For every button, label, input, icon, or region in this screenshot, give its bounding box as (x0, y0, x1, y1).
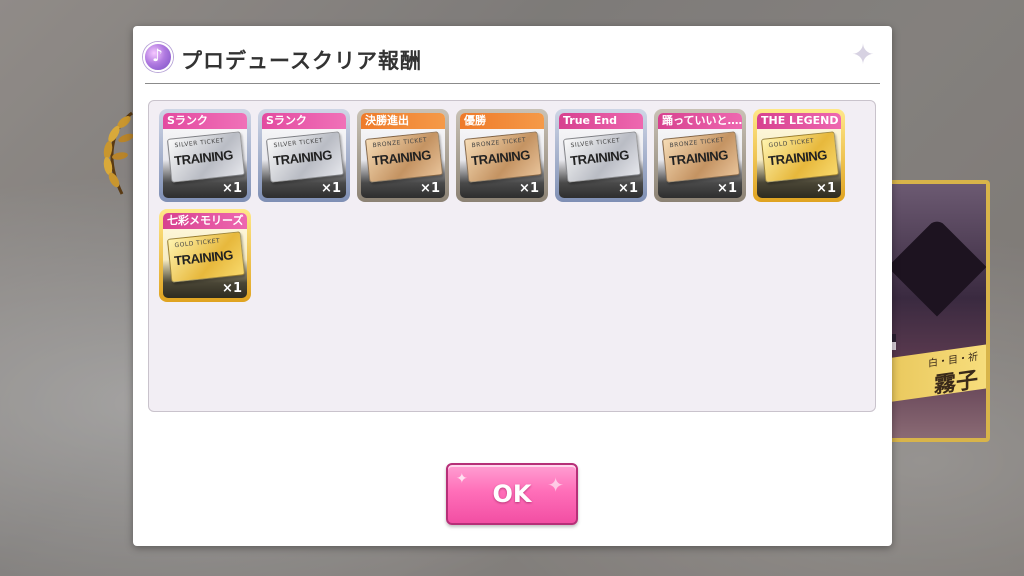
reward-item-frame: GOLD TICKET TRAINING 七彩メモリーズ ×1 (163, 213, 247, 298)
ticket-kind-label: SILVER TICKET (570, 137, 621, 150)
reward-item-frame: BRONZE TICKET TRAINING 踊っていいと…… ×1 (658, 113, 742, 198)
reward-item[interactable]: BRONZE TICKET TRAINING 踊っていいと…… ×1 (654, 109, 746, 202)
ok-button[interactable]: OK (446, 463, 578, 525)
heart-shape (887, 217, 986, 317)
reward-quantity: ×1 (222, 181, 242, 196)
reward-item-frame: SILVER TICKET TRAINING Sランク ×1 (262, 113, 346, 198)
reward-condition-tag: Sランク (262, 113, 346, 129)
ticket-word-label: TRAINING (272, 147, 333, 169)
reward-condition-tag: Sランク (163, 113, 247, 129)
reward-item[interactable]: GOLD TICKET TRAINING THE LEGEND ×1 (753, 109, 845, 202)
reward-item-frame: SILVER TICKET TRAINING Sランク ×1 (163, 113, 247, 198)
reward-grid: SILVER TICKET TRAINING Sランク ×1 SILVER TICKET… (159, 109, 869, 302)
ticket-icon: BRONZE TICKET TRAINING (463, 131, 543, 183)
ticket-icon: GOLD TICKET TRAINING (760, 131, 840, 183)
reward-condition-tag: 決勝進出 (361, 113, 445, 129)
reward-item-frame: BRONZE TICKET TRAINING 決勝進出 ×1 (361, 113, 445, 198)
reward-list-panel: SILVER TICKET TRAINING Sランク ×1 SILVER TICKET… (148, 100, 876, 412)
reward-quantity: ×1 (222, 281, 242, 296)
reward-item[interactable]: BRONZE TICKET TRAINING 優勝 ×1 (456, 109, 548, 202)
ticket-word-label: TRAINING (371, 147, 432, 169)
ticket-kind-label: GOLD TICKET (768, 137, 815, 150)
ticket-icon: SILVER TICKET TRAINING (265, 131, 345, 183)
idol-card-background: 白・目・祈 霧子 (876, 180, 990, 442)
ticket-icon: BRONZE TICKET TRAINING (364, 131, 444, 183)
ticket-word-label: TRAINING (173, 247, 234, 269)
reward-item[interactable]: SILVER TICKET TRAINING Sランク ×1 (159, 109, 251, 202)
reward-condition-tag: THE LEGEND (757, 113, 841, 129)
reward-quantity: ×1 (321, 181, 341, 196)
ticket-kind-label: SILVER TICKET (273, 137, 324, 150)
reward-quantity: ×1 (717, 181, 737, 196)
ticket-icon: BRONZE TICKET TRAINING (661, 131, 741, 183)
ticket-word-label: TRAINING (569, 147, 630, 169)
ticket-word-label: TRAINING (173, 147, 234, 169)
ticket-word-label: TRAINING (767, 147, 828, 169)
reward-item-frame: GOLD TICKET TRAINING THE LEGEND ×1 (757, 113, 841, 198)
ticket-icon: SILVER TICKET TRAINING (562, 131, 642, 183)
reward-item[interactable]: GOLD TICKET TRAINING 七彩メモリーズ ×1 (159, 209, 251, 302)
reward-condition-tag: 七彩メモリーズ (163, 213, 247, 229)
header-divider (145, 83, 880, 84)
reward-quantity: ×1 (420, 181, 440, 196)
ticket-word-label: TRAINING (668, 147, 729, 169)
reward-quantity: ×1 (519, 181, 539, 196)
ticket-kind-label: SILVER TICKET (174, 137, 225, 150)
reward-condition-tag: True End (559, 113, 643, 129)
ticket-kind-label: GOLD TICKET (174, 237, 221, 250)
reward-condition-tag: 優勝 (460, 113, 544, 129)
reward-item[interactable]: SILVER TICKET TRAINING Sランク ×1 (258, 109, 350, 202)
reward-item[interactable]: SILVER TICKET TRAINING True End ×1 (555, 109, 647, 202)
idol-name-plate: 白・目・祈 霧子 (880, 344, 986, 404)
dialog-title: プロデュースクリア報酬 (181, 49, 422, 73)
reward-item-frame: SILVER TICKET TRAINING True End ×1 (559, 113, 643, 198)
reward-dialog: プロデュースクリア報酬 ✦ SILVER TICKETTRAININGSランク×… (133, 26, 892, 546)
ticket-icon: SILVER TICKET TRAINING (166, 131, 246, 183)
idol-card-name: 霧子 (933, 366, 978, 399)
reward-item[interactable]: BRONZE TICKET TRAINING 決勝進出 ×1 (357, 109, 449, 202)
sparkle-icon: ✦ (851, 38, 875, 71)
music-note-badge-icon (143, 42, 173, 72)
reward-condition-tag: 踊っていいと…… (658, 113, 742, 129)
reward-quantity: ×1 (816, 181, 836, 196)
dialog-header: プロデュースクリア報酬 ✦ (133, 26, 892, 84)
ticket-word-label: TRAINING (470, 147, 531, 169)
reward-item-frame: BRONZE TICKET TRAINING 優勝 ×1 (460, 113, 544, 198)
ticket-icon: GOLD TICKET TRAINING (166, 231, 246, 283)
reward-quantity: ×1 (618, 181, 638, 196)
